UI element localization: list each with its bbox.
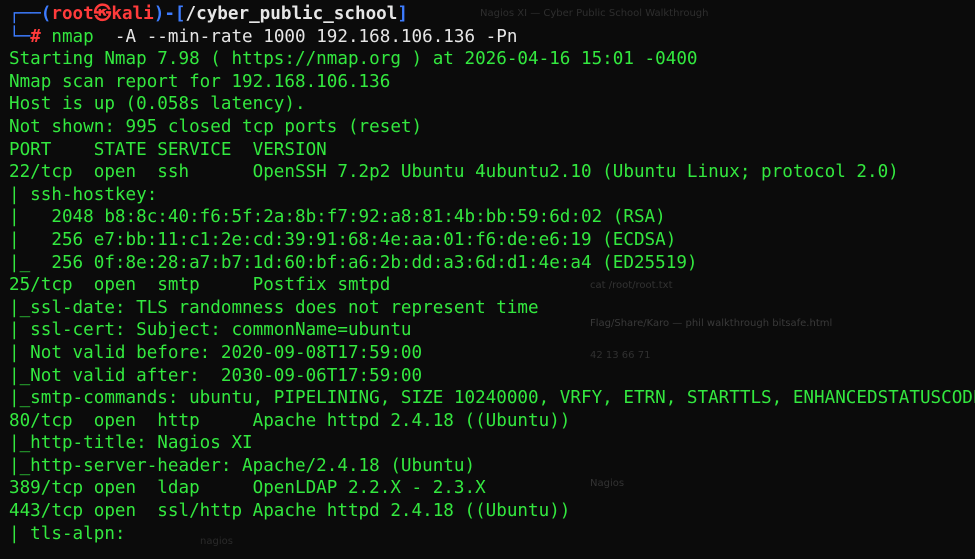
prompt-hash: # [30, 26, 41, 47]
output-line: 80/tcp open http Apache httpd 2.4.18 ((U… [9, 410, 571, 431]
output-line: Starting Nmap 7.98 ( https://nmap.org ) … [9, 49, 698, 70]
output-line: |_http-server-header: Apache/2.4.18 (Ubu… [9, 455, 476, 476]
skull-icon: ㉿ [93, 4, 112, 24]
output-line: 25/tcp open smtp Postfix smtpd [9, 275, 391, 296]
output-line: |_ 256 0f:8e:28:a7:b7:1d:60:bf:a6:2b:dd:… [9, 252, 698, 273]
output-line: 389/tcp open ldap OpenLDAP 2.2.X - 2.3.X [9, 478, 486, 499]
output-line: 443/tcp open ssl/http Apache httpd 2.4.1… [9, 501, 571, 522]
output-line: Not shown: 995 closed tcp ports (reset) [9, 116, 423, 137]
prompt-header-line: ┌──(root㉿kali)-[/cyber_public_school] [0, 3, 975, 26]
output-line: | ssl-cert: Subject: commonName=ubuntu [9, 320, 412, 341]
prompt-bracket: )-[ [153, 4, 186, 24]
output-line: |_http-title: Nagios XI [9, 433, 253, 454]
terminal-window[interactable]: Nagios XI — Cyber Public School Walkthro… [0, 0, 975, 559]
output-line: | 2048 b8:8c:40:f6:5f:2a:8b:f7:92:a8:81:… [9, 207, 666, 228]
command-line[interactable]: └─# nmap -A --min-rate 1000 192.168.106.… [0, 26, 975, 49]
output-line: |_Not valid after: 2030-09-06T17:59:00 [9, 365, 423, 386]
prompt-path: /cyber_public_school [185, 4, 398, 24]
output-line: Host is up (0.058s latency). [9, 94, 306, 115]
prompt-bracket-close: ] [397, 4, 408, 24]
prompt-user: root [51, 4, 94, 24]
command-name: nmap [51, 26, 94, 47]
prompt-corner-top: ┌──( [9, 4, 52, 24]
prompt-host: kali [111, 4, 154, 24]
output-line: Nmap scan report for 192.168.106.136 [9, 71, 391, 92]
output-line: | ssh-hostkey: [9, 184, 158, 205]
output-line: |_smtp-commands: ubuntu, PIPELINING, SIZ… [9, 388, 975, 409]
output-line: |_ssl-date: TLS randomness does not repr… [9, 297, 539, 318]
output-line: | Not valid before: 2020-09-08T17:59:00 [9, 342, 423, 363]
output-line: | 256 e7:bb:11:c1:2e:cd:39:91:68:4e:aa:0… [9, 229, 677, 250]
command-output: Starting Nmap 7.98 ( https://nmap.org ) … [0, 48, 975, 545]
output-line: 22/tcp open ssh OpenSSH 7.2p2 Ubuntu 4ub… [9, 162, 899, 183]
command-args: -A --min-rate 1000 192.168.106.136 -Pn [93, 26, 518, 47]
output-line: PORT STATE SERVICE VERSION [9, 139, 327, 160]
output-line: | tls-alpn: [9, 523, 126, 544]
prompt-corner-bottom: └─ [9, 26, 31, 47]
